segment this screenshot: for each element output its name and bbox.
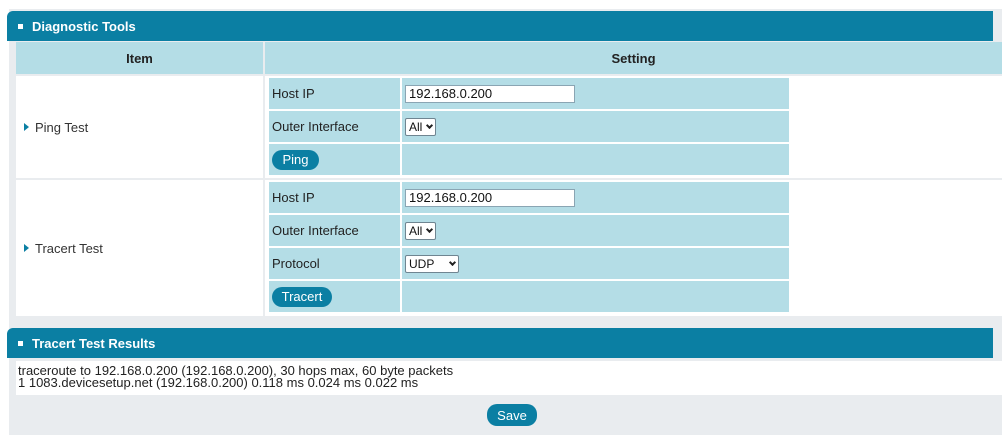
tracert-host-ip-row: Host IP [269, 182, 789, 213]
triangle-right-icon [24, 244, 29, 252]
diagnostic-tools-header: Diagnostic Tools [7, 11, 993, 41]
ping-button-cell: Ping [269, 144, 400, 175]
tracert-results-title: Tracert Test Results [32, 335, 156, 351]
tracert-protocol-cell: UDP [402, 248, 789, 279]
ping-host-ip-cell [402, 78, 789, 109]
chevron-down-icon [426, 121, 434, 129]
tracert-test-settings: Host IP Outer Interface All Protocol UDP… [265, 180, 1002, 316]
tracert-protocol-select[interactable]: UDP [405, 254, 459, 273]
ping-host-ip-row: Host IP [269, 78, 789, 109]
column-header-item: Item [16, 42, 263, 74]
tracert-protocol-label: Protocol [269, 248, 400, 279]
tracert-outer-interface-label: Outer Interface [269, 215, 400, 246]
ping-test-label: Ping Test [35, 119, 89, 135]
ping-outer-interface-cell: All [402, 111, 789, 142]
ping-test-item: Ping Test [16, 76, 263, 178]
chevron-down-icon [448, 258, 457, 266]
tracert-button-cell: Tracert [269, 281, 400, 312]
triangle-right-icon [24, 123, 29, 131]
ping-button-spacer [402, 144, 789, 175]
ping-outer-interface-label: Outer Interface [269, 111, 400, 142]
tracert-test-item: Tracert Test [16, 180, 263, 316]
chevron-down-icon [426, 225, 434, 233]
column-header-setting: Setting [265, 42, 1002, 74]
tracert-test-label: Tracert Test [35, 240, 103, 256]
diagnostic-tools-title: Diagnostic Tools [32, 18, 136, 34]
ping-host-ip-label: Host IP [269, 78, 400, 109]
tracert-outer-interface-cell: All [402, 215, 789, 246]
ping-button-row: Ping [269, 144, 789, 175]
tracert-protocol-row: Protocol UDP [269, 248, 789, 279]
tracert-results-output: traceroute to 192.168.0.200 (192.168.0.2… [16, 361, 1002, 395]
tracert-protocol-value: UDP [409, 256, 435, 271]
tracert-result-line: 1 1083.devicesetup.net (192.168.0.200) 0… [18, 375, 419, 390]
tracert-host-ip-input[interactable] [405, 188, 575, 207]
square-bullet-icon [18, 340, 23, 346]
ping-outer-interface-row: Outer Interface All [269, 111, 789, 142]
tracert-host-ip-cell [402, 182, 789, 213]
ping-test-settings: Host IP Outer Interface All Ping [265, 76, 1002, 178]
tracert-outer-interface-row: Outer Interface All [269, 215, 789, 246]
tracert-outer-interface-value: All [409, 223, 423, 238]
square-bullet-icon [18, 23, 23, 29]
tracert-outer-interface-select[interactable]: All [405, 221, 437, 240]
tracert-button-row: Tracert [269, 281, 789, 312]
ping-outer-interface-value: All [409, 119, 423, 134]
save-button[interactable]: Save [487, 404, 537, 426]
ping-host-ip-input[interactable] [405, 84, 575, 103]
tracert-button-spacer [402, 281, 789, 312]
tracert-results-header: Tracert Test Results [7, 328, 993, 358]
ping-outer-interface-select[interactable]: All [405, 117, 437, 136]
tracert-button[interactable]: Tracert [272, 286, 332, 307]
ping-button[interactable]: Ping [272, 149, 319, 170]
tracert-host-ip-label: Host IP [269, 182, 400, 213]
